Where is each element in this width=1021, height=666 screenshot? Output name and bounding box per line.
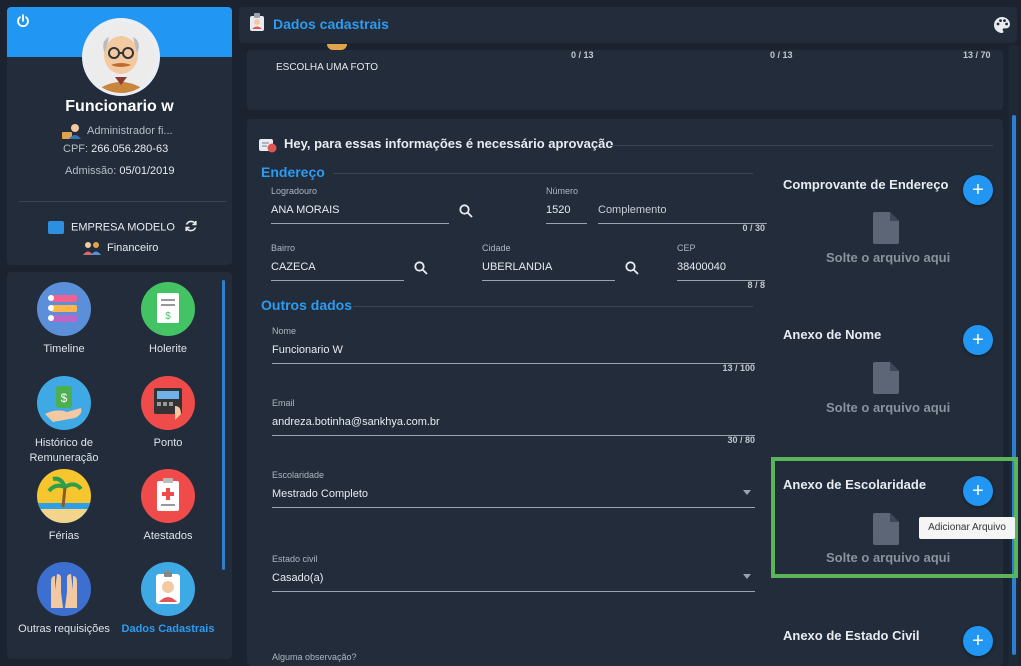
attachment-title: Anexo de Estado Civil <box>783 628 920 643</box>
avatar[interactable] <box>82 18 160 96</box>
id-badge-icon <box>249 13 265 31</box>
photo-card: ESCOLHA UMA FOTO 0 / 13 0 / 13 13 / 70 <box>247 44 1003 110</box>
approval-icon <box>259 137 277 153</box>
page-header: Dados cadastrais <box>239 7 1017 43</box>
divider <box>353 306 753 307</box>
profile-admission: Admissão: 05/01/2019 <box>65 165 175 177</box>
medical-certificate-icon <box>141 469 195 523</box>
document-icon <box>873 212 899 244</box>
side-menu: Timeline $ Holerite $ Histórico de Remun… <box>7 272 232 659</box>
section-endereco-title: Endereço <box>261 164 325 180</box>
company-selector[interactable]: EMPRESA MODELO <box>48 219 198 236</box>
nome-field[interactable]: Nome Funcionario W <box>272 326 755 364</box>
logradouro-field[interactable]: Logradouro ANA MORAIS <box>271 186 449 224</box>
add-file-button[interactable]: + <box>963 626 993 656</box>
char-counter: 0 / 30 <box>742 223 765 233</box>
timeline-icon <box>37 282 91 336</box>
menu-item-dados-cadastrais[interactable]: Dados Cadastrais <box>113 562 223 637</box>
char-counter: 30 / 80 <box>727 435 755 445</box>
menu-item-outras-requisicoes[interactable]: Outras requisições <box>9 562 119 637</box>
bairro-field[interactable]: Bairro CAZECA <box>271 243 404 281</box>
profile-card: Funcionario w Administrador fi... CPF: 2… <box>7 7 232 265</box>
refresh-icon[interactable] <box>184 219 198 236</box>
palette-icon[interactable] <box>993 16 1011 34</box>
beach-icon <box>37 469 91 523</box>
divider <box>19 201 226 202</box>
section-outros-title: Outros dados <box>261 297 353 313</box>
observacao-field[interactable]: Alguma observação? <box>272 652 755 664</box>
profile-cpf: CPF: 266.056.280-63 <box>63 143 169 155</box>
search-icon[interactable] <box>459 204 473 218</box>
char-counter: 13 / 100 <box>722 363 755 373</box>
cep-field[interactable]: CEP 38400040 <box>677 243 765 281</box>
approval-notice: Hey, para essas informações é necessário… <box>259 136 613 153</box>
escolaridade-select[interactable]: Escolaridade Mestrado Completo <box>272 470 755 508</box>
power-icon[interactable] <box>15 13 31 29</box>
estado-civil-select[interactable]: Estado civil Casado(a) <box>272 554 755 592</box>
photo-thumbnail <box>327 44 347 50</box>
drop-zone-text[interactable]: Solte o arquivo aqui <box>826 400 950 415</box>
divider <box>610 145 993 146</box>
team-icon <box>82 241 102 255</box>
numero-field[interactable]: Número 1520 <box>546 186 587 224</box>
attachment-title: Anexo de Nome <box>783 327 882 342</box>
divider <box>333 173 753 174</box>
menu-item-holerite[interactable]: $ Holerite <box>113 282 223 357</box>
chevron-down-icon[interactable] <box>743 490 751 495</box>
complemento-field[interactable]: Complemento <box>598 186 767 224</box>
svg-text:$: $ <box>165 311 171 322</box>
document-icon <box>873 362 899 394</box>
money-hand-icon: $ <box>37 376 91 430</box>
choose-photo-button[interactable]: ESCOLHA UMA FOTO <box>276 62 378 73</box>
email-field[interactable]: Email andreza.botinha@sankhya.com.br <box>272 398 755 436</box>
raised-hands-icon <box>37 562 91 616</box>
menu-item-ponto[interactable]: Ponto <box>113 376 223 451</box>
manager-icon <box>61 123 83 139</box>
approval-card: Hey, para essas informações é necessário… <box>247 119 1003 666</box>
page-title: Dados cadastrais <box>273 16 389 32</box>
search-icon[interactable] <box>625 261 639 275</box>
drop-zone-text[interactable]: Solte o arquivo aqui <box>826 250 950 265</box>
chevron-down-icon[interactable] <box>743 574 751 579</box>
department: Financeiro <box>82 241 158 255</box>
char-counter: 0 / 13 <box>770 50 793 60</box>
char-counter: 0 / 13 <box>571 50 594 60</box>
search-icon[interactable] <box>414 261 428 275</box>
menu-item-atestados[interactable]: Atestados <box>113 469 223 544</box>
menu-item-historico[interactable]: $ Histórico de Remuneração <box>9 376 119 466</box>
tooltip: Adicionar Arquivo <box>919 517 1015 539</box>
char-counter: 13 / 70 <box>963 50 991 60</box>
svg-text:$: $ <box>61 391 68 405</box>
attachment-title: Comprovante de Endereço <box>783 177 949 192</box>
time-clock-icon <box>141 376 195 430</box>
profile-name: Funcionario w <box>65 98 174 115</box>
cidade-field[interactable]: Cidade UBERLANDIA <box>482 243 615 281</box>
add-file-button[interactable]: + <box>963 325 993 355</box>
menu-item-timeline[interactable]: Timeline <box>9 282 119 357</box>
briefcase-icon <box>48 221 64 234</box>
id-badge-icon <box>141 562 195 616</box>
profile-role: Administrador fi... <box>61 123 173 139</box>
menu-item-ferias[interactable]: Férias <box>9 469 119 544</box>
holerite-icon: $ <box>141 282 195 336</box>
char-counter: 8 / 8 <box>747 280 765 290</box>
add-file-button[interactable]: + <box>963 175 993 205</box>
